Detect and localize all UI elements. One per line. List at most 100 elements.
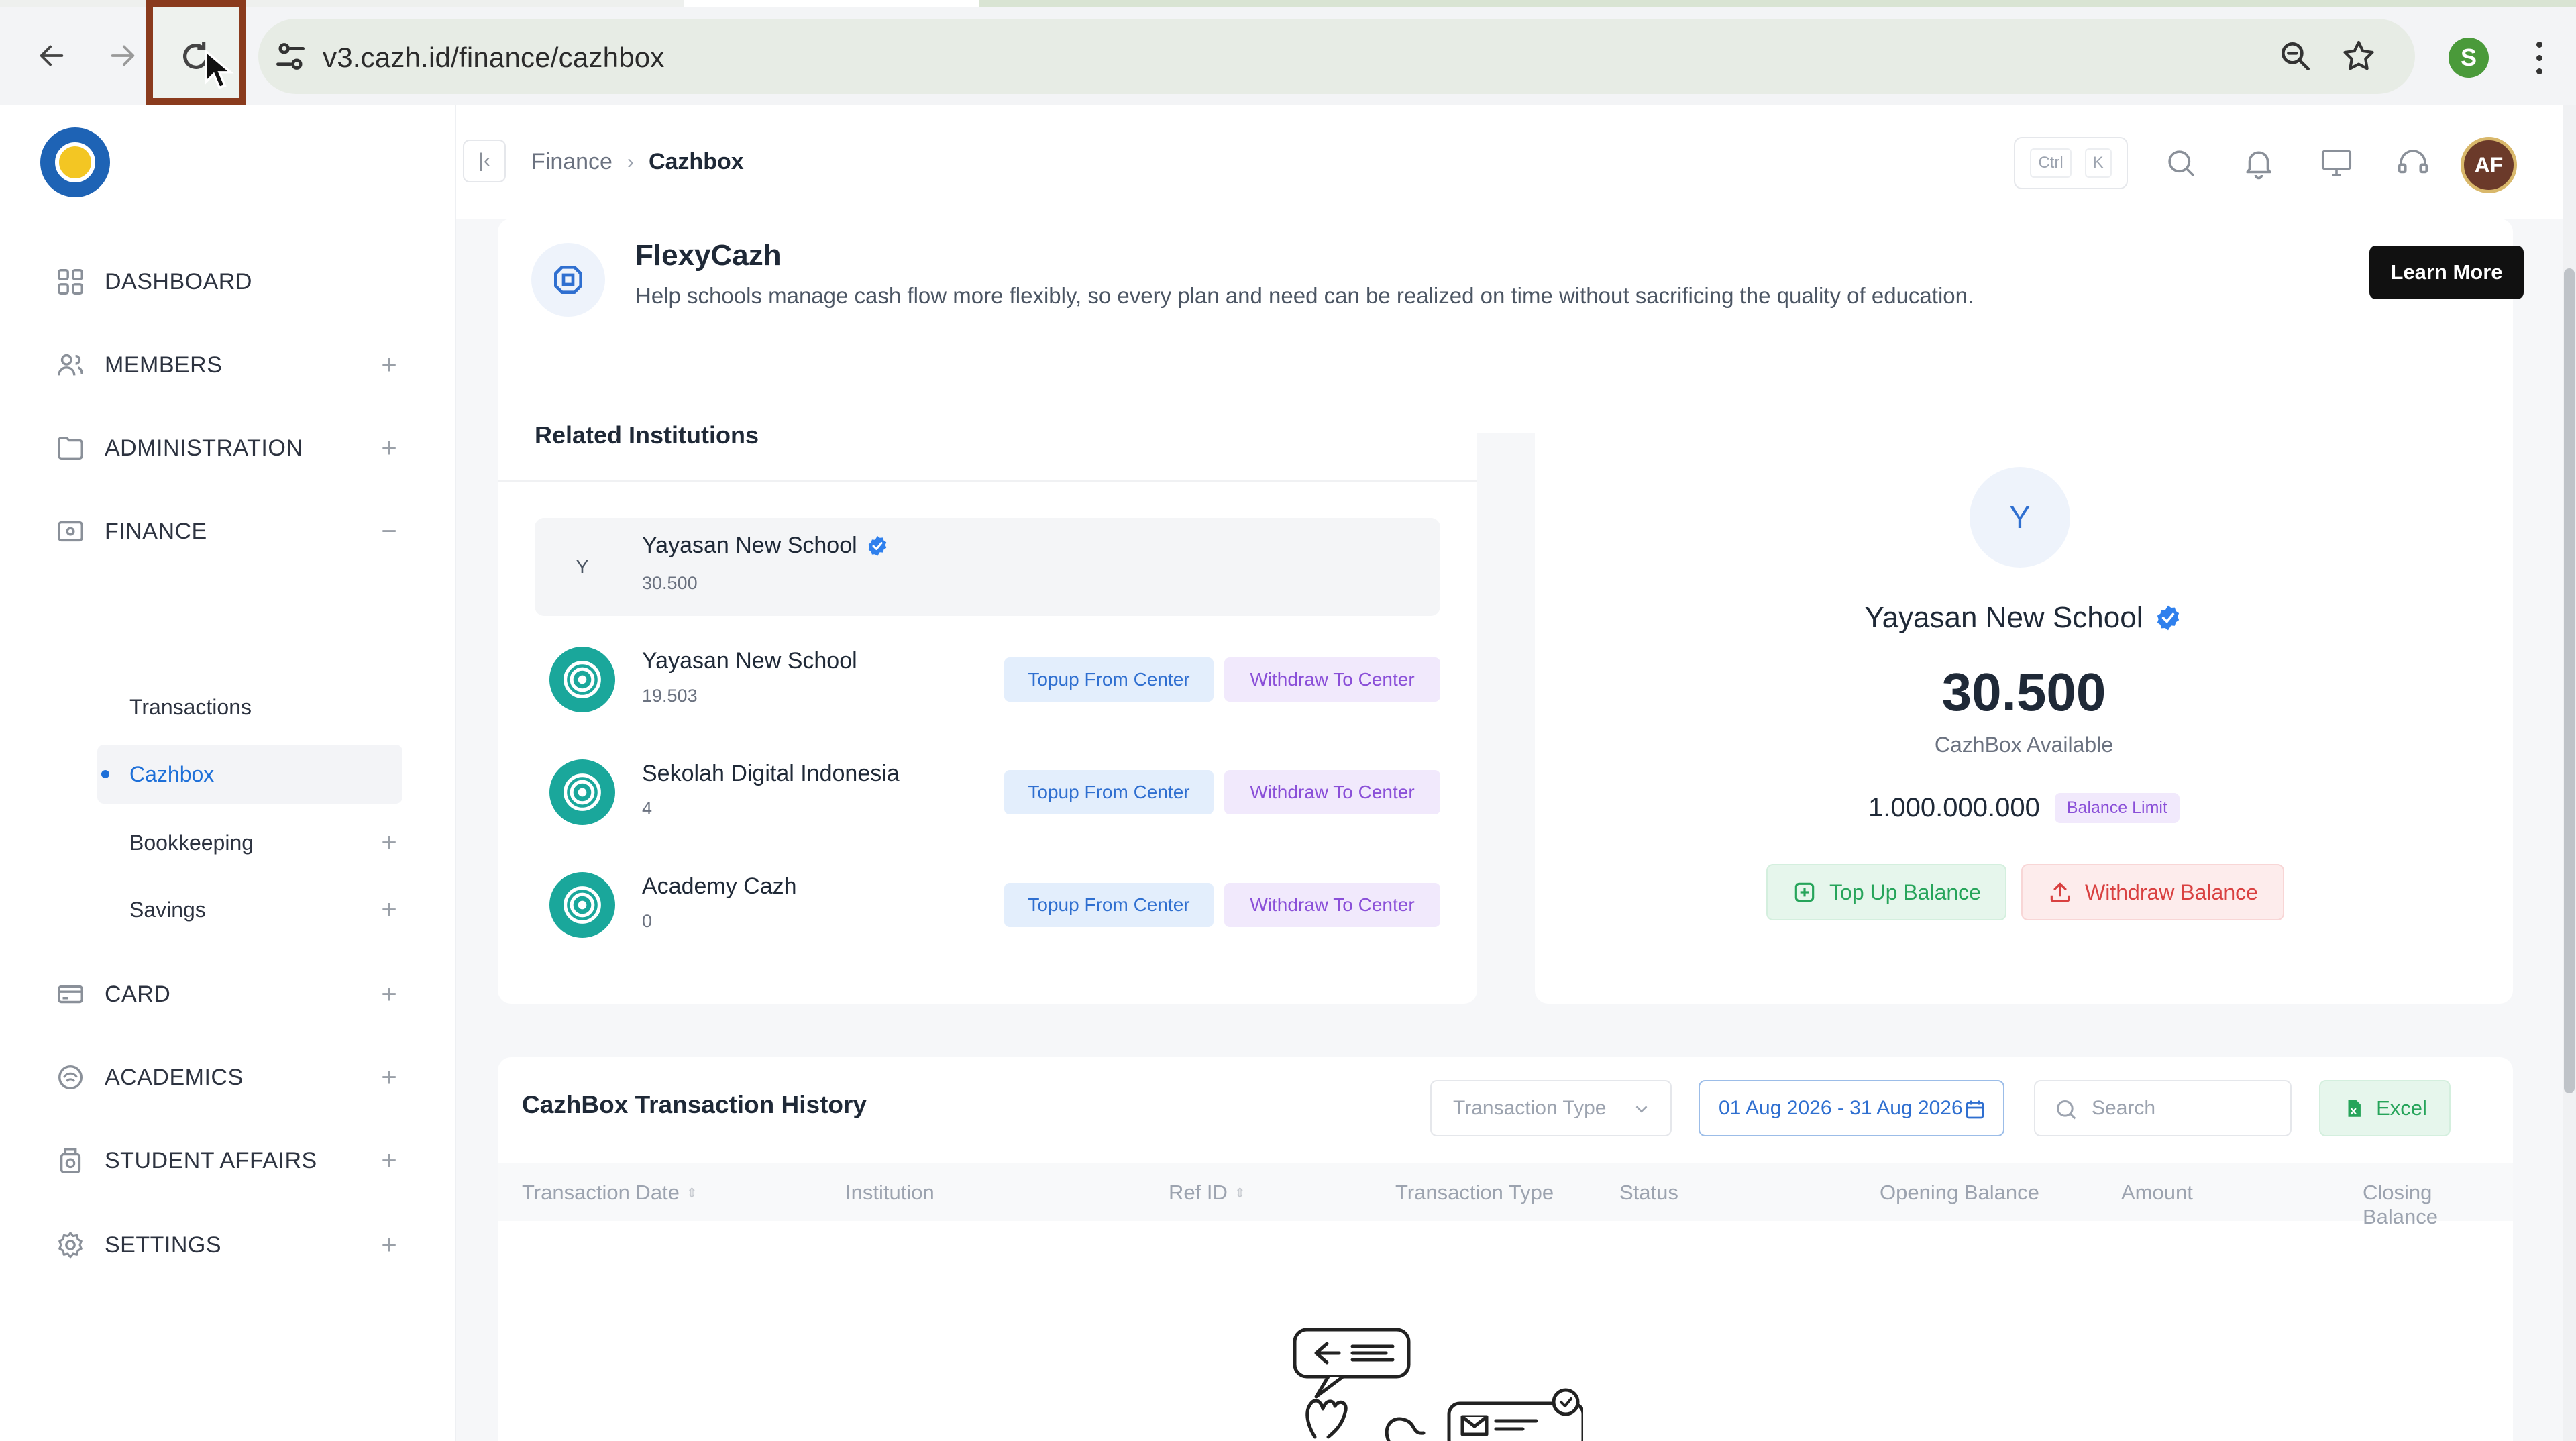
balance-limit-value: 1.000.000.000 bbox=[1868, 793, 2040, 822]
column-label: Opening Balance bbox=[1880, 1181, 2039, 1204]
arrow-left-icon bbox=[40, 45, 64, 66]
sidebar-item-settings[interactable]: SETTINGS + bbox=[54, 1218, 402, 1272]
expand-icon[interactable]: + bbox=[376, 1229, 402, 1261]
sidebar-item-student-affairs[interactable]: STUDENT AFFAIRS + bbox=[54, 1134, 402, 1187]
academics-icon bbox=[54, 1061, 87, 1094]
folder-icon bbox=[54, 431, 87, 465]
breadcrumb-finance[interactable]: Finance bbox=[531, 149, 612, 175]
sidebar-item-label: MEMBERS bbox=[105, 352, 223, 378]
reload-button-highlight[interactable] bbox=[146, 0, 246, 105]
cazhbox-balance-card: Y Yayasan New School 30.500 CazhBox Avai… bbox=[1535, 386, 2513, 1004]
topup-from-center-button[interactable]: Topup From Center bbox=[1004, 657, 1214, 702]
monitor-icon[interactable] bbox=[2318, 145, 2355, 181]
banner-description: Help schools manage cash flow more flexi… bbox=[635, 283, 1974, 308]
sidebar-item-administration[interactable]: ADMINISTRATION + bbox=[54, 421, 402, 475]
column-opening-balance: Opening Balance bbox=[1880, 1181, 2039, 1205]
excel-export-button[interactable]: Excel bbox=[2319, 1080, 2451, 1136]
institution-balance: 0 bbox=[642, 911, 653, 931]
learn-more-button[interactable]: Learn More bbox=[2369, 246, 2524, 299]
forward-button[interactable] bbox=[99, 32, 146, 79]
sidebar-subitem-transactions[interactable]: Transactions bbox=[97, 678, 402, 737]
column-ref-id[interactable]: Ref ID ⇕ bbox=[1169, 1181, 1246, 1205]
withdraw-to-center-button[interactable]: Withdraw To Center bbox=[1224, 657, 1440, 702]
topup-from-center-button[interactable]: Topup From Center bbox=[1004, 883, 1214, 927]
sidebar-item-label: DASHBOARD bbox=[105, 268, 252, 295]
sidebar-subitem-savings[interactable]: Savings + bbox=[97, 880, 402, 939]
column-transaction-date[interactable]: Transaction Date ⇕ bbox=[522, 1181, 698, 1205]
empty-state-illustration bbox=[1293, 1328, 1583, 1441]
address-bar[interactable]: v3.cazh.id/finance/cazhbox bbox=[258, 19, 2415, 94]
bell-icon[interactable] bbox=[2241, 145, 2277, 181]
transaction-type-select[interactable]: Transaction Type bbox=[1430, 1080, 1672, 1136]
institution-name: Sekolah Digital Indonesia bbox=[642, 761, 900, 786]
sidebar-item-label: FINANCE bbox=[105, 518, 207, 544]
browser-profile-avatar[interactable]: S bbox=[2449, 38, 2489, 78]
balance-limit-row: 1.000.000.000 Balance Limit bbox=[1535, 793, 2513, 823]
kbd-ctrl: Ctrl bbox=[2030, 148, 2072, 178]
history-search-input[interactable]: Search bbox=[2034, 1080, 2292, 1136]
settings-icon bbox=[54, 1228, 87, 1262]
expand-icon[interactable]: + bbox=[376, 349, 402, 381]
scrollbar-thumb[interactable] bbox=[2564, 268, 2575, 1093]
sidebar-item-academics[interactable]: ACADEMICS + bbox=[54, 1051, 402, 1104]
column-status: Status bbox=[1619, 1181, 1678, 1205]
sidebar-item-label: SETTINGS bbox=[105, 1232, 222, 1258]
withdraw-balance-label: Withdraw Balance bbox=[2085, 879, 2258, 904]
expand-icon[interactable]: + bbox=[376, 826, 402, 859]
sidebar-subitem-bookkeeping[interactable]: Bookkeeping + bbox=[97, 813, 402, 872]
command-palette-shortcut[interactable]: Ctrl K bbox=[2014, 137, 2128, 189]
sidebar-item-finance[interactable]: FINANCE − bbox=[54, 504, 402, 558]
app-logo[interactable] bbox=[40, 127, 110, 197]
column-label: Ref ID bbox=[1169, 1181, 1228, 1204]
related-institutions-card: Related Institutions Y Yayasan New Schoo… bbox=[498, 386, 1477, 1004]
expand-icon[interactable]: + bbox=[376, 432, 402, 464]
expand-icon[interactable]: + bbox=[376, 978, 402, 1010]
institution-name: Academy Cazh bbox=[642, 873, 797, 899]
wallet-icon bbox=[54, 515, 87, 548]
sidebar-item-card[interactable]: CARD + bbox=[54, 967, 402, 1021]
withdraw-balance-button[interactable]: Withdraw Balance bbox=[2021, 864, 2284, 920]
url-text[interactable]: v3.cazh.id/finance/cazhbox bbox=[323, 42, 665, 74]
swirl-logo-icon bbox=[549, 872, 615, 938]
column-amount: Amount bbox=[2121, 1181, 2193, 1205]
top-up-balance-button[interactable]: Top Up Balance bbox=[1766, 864, 2006, 920]
sort-icon: ⇕ bbox=[1234, 1185, 1246, 1201]
balance-caption: CazhBox Available bbox=[1934, 733, 2114, 757]
expand-icon[interactable]: + bbox=[376, 894, 402, 926]
expand-icon[interactable]: + bbox=[376, 1061, 402, 1093]
arrow-right-icon bbox=[111, 45, 135, 66]
card-icon bbox=[54, 977, 87, 1011]
institution-name: Yayasan New School bbox=[642, 533, 857, 558]
withdraw-to-center-button[interactable]: Withdraw To Center bbox=[1224, 883, 1440, 927]
tab-strip bbox=[0, 0, 2576, 7]
date-range-value: 01 Aug 2026 - 31 Aug 2026 bbox=[1719, 1097, 1963, 1119]
institution-balance: 30.500 bbox=[642, 573, 698, 593]
browser-menu-icon[interactable] bbox=[2529, 38, 2549, 78]
sidebar-subitem-label: Bookkeeping bbox=[129, 830, 254, 855]
plus-square-icon bbox=[1794, 882, 1815, 902]
institution-row[interactable]: Academy Cazh 0 Topup From Center Withdra… bbox=[535, 856, 1440, 954]
swirl-logo-icon bbox=[549, 647, 615, 712]
swirl-logo-icon bbox=[549, 759, 615, 825]
related-institutions-title: Related Institutions bbox=[535, 421, 759, 449]
sidebar-item-members[interactable]: MEMBERS + bbox=[54, 338, 402, 392]
site-settings-icon[interactable] bbox=[272, 38, 309, 75]
institution-row[interactable]: Sekolah Digital Indonesia 4 Topup From C… bbox=[535, 743, 1440, 841]
search-icon[interactable] bbox=[2163, 145, 2199, 181]
headset-icon[interactable] bbox=[2395, 145, 2431, 181]
column-label: Status bbox=[1619, 1181, 1678, 1204]
date-range-picker[interactable]: 01 Aug 2026 - 31 Aug 2026 bbox=[1699, 1080, 2004, 1136]
search-placeholder: Search bbox=[2092, 1097, 2156, 1119]
institution-row-selected[interactable]: Y Yayasan New School 30.500 bbox=[535, 518, 1440, 616]
user-avatar[interactable]: AF bbox=[2461, 137, 2517, 193]
back-button[interactable] bbox=[28, 32, 75, 79]
withdraw-to-center-button[interactable]: Withdraw To Center bbox=[1224, 770, 1440, 814]
sidebar-subitem-cazhbox[interactable]: Cazhbox bbox=[97, 745, 402, 804]
institution-row[interactable]: Yayasan New School 19.503 Topup From Cen… bbox=[535, 631, 1440, 729]
topup-from-center-button[interactable]: Topup From Center bbox=[1004, 770, 1214, 814]
expand-icon[interactable]: + bbox=[376, 1144, 402, 1177]
bookmark-star-icon[interactable] bbox=[2340, 38, 2377, 75]
sidebar-item-dashboard[interactable]: DASHBOARD bbox=[54, 255, 402, 309]
collapse-icon[interactable]: − bbox=[376, 515, 402, 547]
zoom-icon[interactable] bbox=[2277, 38, 2314, 75]
